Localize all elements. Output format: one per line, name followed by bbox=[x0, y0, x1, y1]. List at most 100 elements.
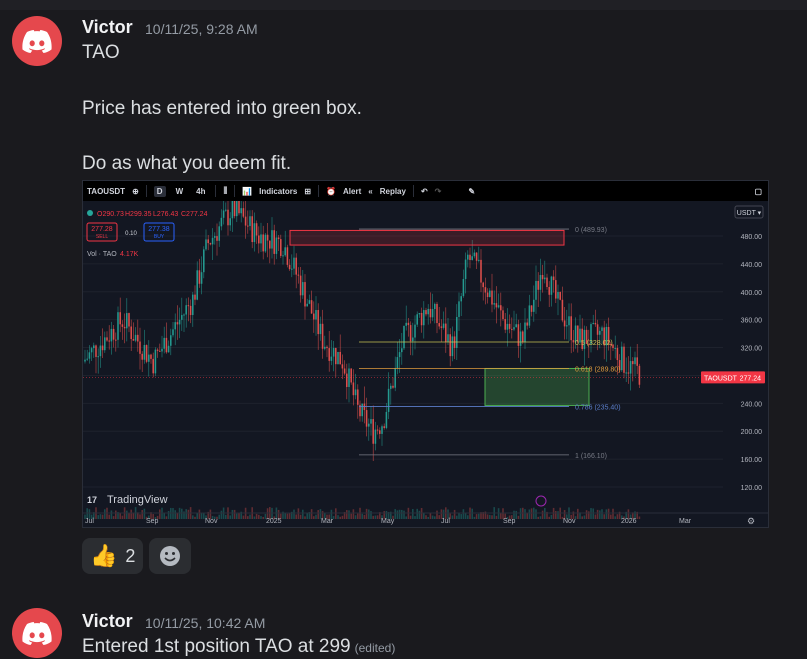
volume-bar bbox=[315, 514, 317, 519]
volume-bar bbox=[517, 515, 520, 519]
candle-body bbox=[183, 314, 185, 316]
candle-body bbox=[198, 270, 201, 284]
candle-body bbox=[119, 312, 121, 325]
author-name[interactable]: Victor bbox=[82, 17, 133, 38]
y-tick-label: 200.00 bbox=[741, 429, 763, 436]
fullscreen-icon[interactable]: ▢ bbox=[754, 187, 762, 196]
redo-icon[interactable]: ↷ bbox=[435, 187, 442, 196]
discord-logo-icon bbox=[22, 30, 52, 53]
indicators-button[interactable]: Indicators bbox=[259, 187, 297, 196]
volume-bar bbox=[486, 514, 489, 519]
x-tick-label: Jul bbox=[85, 518, 94, 525]
volume-bar bbox=[348, 510, 350, 519]
timeframe-4h[interactable]: 4h bbox=[193, 186, 208, 197]
candle-body bbox=[240, 208, 242, 214]
settings-icon: ⚙ bbox=[747, 516, 755, 526]
replay-icon[interactable]: « bbox=[368, 187, 372, 196]
volume-bar bbox=[438, 515, 440, 519]
candle-body bbox=[251, 216, 253, 243]
undo-icon[interactable]: ↶ bbox=[421, 187, 428, 196]
symbol-label[interactable]: TAOUSDT bbox=[87, 187, 125, 196]
candle-body bbox=[629, 361, 632, 374]
replay-button[interactable]: Replay bbox=[380, 187, 406, 196]
chart-type-icon[interactable]: ⫼ bbox=[223, 186, 227, 196]
candle-body bbox=[414, 324, 416, 338]
volume-bar bbox=[341, 515, 344, 519]
volume-bar bbox=[110, 510, 113, 519]
candle-body bbox=[220, 217, 223, 227]
candle-body bbox=[473, 252, 476, 257]
author-name[interactable]: Victor bbox=[82, 611, 133, 632]
volume-bar bbox=[302, 509, 304, 519]
volume-bar bbox=[460, 514, 462, 519]
green-zone-box bbox=[484, 367, 590, 406]
drawing-icon[interactable]: ✎ bbox=[468, 187, 475, 196]
volume-bar bbox=[187, 509, 190, 519]
avatar[interactable] bbox=[12, 16, 62, 66]
timeframe-w[interactable]: W bbox=[173, 186, 187, 197]
candle-body bbox=[502, 310, 504, 320]
candle-body bbox=[262, 234, 264, 252]
volume-bar bbox=[163, 513, 165, 519]
volume-bar bbox=[249, 514, 251, 519]
add-reaction-button[interactable] bbox=[149, 538, 192, 574]
volume-bar bbox=[394, 509, 396, 519]
chart-image[interactable]: TAOUSDT ⊕ D W 4h ⫼ 📊 Indicators ⊞ ⏰ Aler… bbox=[82, 180, 769, 528]
volume-bar bbox=[317, 510, 319, 519]
candle-body bbox=[302, 282, 304, 296]
candle-body bbox=[348, 368, 350, 387]
volume-bar bbox=[537, 516, 539, 519]
layouts-icon[interactable]: ⊞ bbox=[304, 187, 311, 196]
candle-body bbox=[253, 223, 256, 243]
volume-bar bbox=[592, 508, 594, 519]
candle-body bbox=[192, 294, 194, 316]
candle-body bbox=[627, 372, 630, 374]
currency-label: USDT ▾ bbox=[737, 210, 762, 217]
candle-body bbox=[519, 331, 522, 346]
candle-body bbox=[449, 334, 451, 357]
candle-body bbox=[335, 347, 337, 365]
ohlc-l: L276.43 bbox=[153, 211, 178, 218]
volume-bar bbox=[143, 508, 146, 519]
candle-body bbox=[90, 348, 93, 353]
timestamp[interactable]: 10/11/25, 10:42 AM bbox=[145, 615, 265, 631]
chart-plot[interactable]: 480.00440.00400.00360.00320.00280.00240.… bbox=[83, 201, 768, 527]
candle-body bbox=[277, 237, 280, 240]
candle-body bbox=[337, 351, 339, 365]
alert-icon[interactable]: ⏰ bbox=[326, 187, 336, 196]
add-symbol-icon[interactable]: ⊕ bbox=[132, 187, 139, 196]
timestamp[interactable]: 10/11/25, 9:28 AM bbox=[145, 21, 258, 37]
candle-body bbox=[480, 259, 482, 283]
volume-bar bbox=[376, 515, 379, 519]
candle-body bbox=[207, 239, 209, 244]
candle-body bbox=[462, 279, 465, 297]
indicators-icon[interactable]: 📊 bbox=[242, 187, 252, 196]
candle-body bbox=[306, 303, 308, 307]
candle-body bbox=[530, 305, 533, 312]
candle-body bbox=[152, 358, 154, 374]
fib-label: 0 (489.93) bbox=[575, 227, 607, 234]
candle-body bbox=[500, 305, 502, 311]
thumbs-up-reaction[interactable]: 👍 2 bbox=[82, 538, 144, 574]
x-tick-label: Sep bbox=[503, 518, 516, 525]
candle-body bbox=[539, 274, 542, 290]
avatar[interactable] bbox=[12, 608, 62, 658]
volume-bar bbox=[181, 508, 183, 519]
volume-bar bbox=[398, 509, 401, 519]
volume-bar bbox=[192, 515, 194, 519]
candle-body bbox=[187, 305, 190, 307]
volume-bar bbox=[299, 514, 302, 519]
volume-bar bbox=[262, 516, 264, 519]
candle-body bbox=[280, 239, 282, 256]
volume-bar bbox=[603, 514, 605, 519]
timeframe-d[interactable]: D bbox=[153, 185, 166, 197]
candle-body bbox=[222, 210, 225, 218]
candle-body bbox=[431, 309, 434, 318]
volume-bar bbox=[590, 508, 592, 519]
alert-button[interactable]: Alert bbox=[343, 187, 361, 196]
candle-body bbox=[506, 323, 509, 330]
candle-body bbox=[128, 313, 130, 327]
candle-body bbox=[159, 350, 161, 352]
candle-body bbox=[572, 340, 575, 343]
message-line: Do as what you deem fit. bbox=[82, 153, 292, 174]
